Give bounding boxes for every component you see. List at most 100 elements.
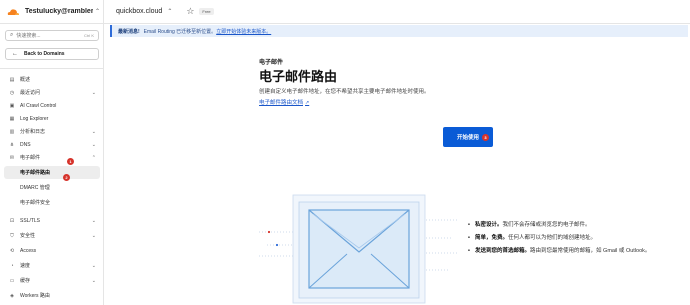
chevron-down-icon: ⌄ bbox=[91, 262, 96, 269]
notice-heading: 最新消息! bbox=[118, 28, 140, 35]
account-name: Testulucky@rambler... bbox=[25, 8, 93, 15]
sidebar-item-speed[interactable]: ◔ 速度 ⌄ bbox=[4, 259, 100, 272]
notice-text: Email Routing 已迁移至新位置。 bbox=[143, 28, 217, 35]
clock-icon: ◷ bbox=[9, 89, 15, 96]
back-label: Back to Domains bbox=[24, 51, 65, 57]
sidebar-item-email-security[interactable]: 电子邮件安全 bbox=[4, 196, 100, 209]
sidebar-item-label: DNS bbox=[20, 141, 31, 148]
feature-title: 简单，免费。 bbox=[475, 235, 509, 241]
step-marker-1: 1 bbox=[67, 158, 74, 165]
robot-icon: ▣ bbox=[9, 102, 15, 109]
sidebar-item-cache[interactable]: ▭ 缓存 ⌄ bbox=[4, 274, 100, 287]
sidebar-item-label: 电子邮件安全 bbox=[20, 200, 51, 206]
lock-icon: ⊡ bbox=[9, 217, 15, 224]
zone-name: quickbox.cloud bbox=[116, 8, 163, 15]
envelope-icon bbox=[308, 209, 410, 289]
email-envelope-illustration bbox=[259, 194, 459, 304]
feature-item: • 发送到您的首选邮箱。路由到您最常使用的邮箱，如 Gmail 或 Outloo… bbox=[468, 247, 683, 255]
bullet-icon: • bbox=[468, 235, 470, 241]
sidebar-item-email[interactable]: ✉ 电子邮件 ⌃ bbox=[4, 151, 100, 164]
feature-item: • 简单，免费。任何人都可以为他们的域创建地址。 bbox=[468, 234, 683, 242]
sidebar-item-log-explorer[interactable]: ▦ Log Explorer bbox=[4, 112, 100, 125]
account-switcher[interactable]: Testulucky@rambler... ⌃ bbox=[0, 0, 104, 24]
docs-link-label: 电子邮件路由文档 bbox=[259, 100, 304, 106]
bullet-icon: • bbox=[468, 248, 470, 254]
chevron-down-icon: ⌄ bbox=[91, 217, 96, 224]
notice-banner: 最新消息! Email Routing 已迁移至新位置。 立即开始体验未来版本。 bbox=[110, 25, 688, 37]
sidebar: ⌕ 快速搜索... Ctrl K ← Back to Domains ▤ 概述 … bbox=[0, 24, 104, 305]
chevron-down-icon: ⌄ bbox=[91, 232, 96, 239]
page-description: 创建自定义电子邮件地址，在您不希望共享主要电子邮件地址时使用。 bbox=[259, 89, 430, 95]
sidebar-item-label: DMARC 管理 bbox=[20, 185, 50, 191]
sidebar-item-ai-crawl-control[interactable]: ▣ AI Crawl Control bbox=[4, 99, 100, 112]
chevron-updown-icon: ⌃ bbox=[95, 9, 101, 15]
search-input[interactable]: ⌕ 快速搜索... Ctrl K bbox=[5, 30, 99, 41]
sidebar-item-label: Workers 路由 bbox=[20, 293, 50, 299]
docs-link[interactable]: 电子邮件路由文档 ↗ bbox=[259, 98, 309, 106]
feature-list: • 私密设计。我们不会存储或浏览您的电子邮件。 • 简单，免费。任何人都可以为他… bbox=[468, 221, 683, 260]
zone-switcher[interactable]: quickbox.cloud ⌃ bbox=[104, 8, 172, 15]
chevron-down-icon: ⌄ bbox=[91, 277, 96, 284]
step-marker-2: 2 bbox=[63, 174, 70, 181]
page-title: 电子邮件路由 bbox=[259, 69, 338, 84]
access-icon: ⟲ bbox=[9, 247, 15, 254]
get-started-label: 开始使用 bbox=[456, 135, 479, 141]
cache-icon: ▭ bbox=[9, 277, 15, 284]
chevron-up-icon: ⌃ bbox=[91, 154, 96, 161]
sidebar-item-ssl-tls[interactable]: ⊡ SSL/TLS ⌄ bbox=[4, 214, 100, 227]
speed-icon: ◔ bbox=[10, 262, 14, 269]
sidebar-item-label: 概述 bbox=[20, 77, 31, 83]
sidebar-item-recent[interactable]: ◷ 最近访问 ⌄ bbox=[4, 86, 100, 99]
search-shortcut: Ctrl K bbox=[84, 33, 94, 38]
sidebar-item-email-routing[interactable]: 电子邮件路由 bbox=[4, 166, 100, 179]
sidebar-item-dmarc[interactable]: DMARC 管理 bbox=[4, 181, 100, 194]
notice-link[interactable]: 立即开始体验未来版本。 bbox=[216, 28, 271, 35]
sidebar-item-label: 电子邮件路由 bbox=[20, 170, 51, 176]
section-eyebrow: 电子邮件 bbox=[259, 60, 284, 66]
star-icon[interactable]: ☆ bbox=[186, 6, 194, 17]
sidebar-divider bbox=[0, 68, 104, 69]
external-link-icon: ↗ bbox=[305, 100, 310, 106]
sidebar-item-analytics[interactable]: ▥ 分析和日志 ⌄ bbox=[4, 125, 100, 138]
feature-title: 私密设计。 bbox=[475, 222, 503, 228]
sidebar-item-dns[interactable]: ⋔ DNS ⌄ bbox=[4, 138, 100, 151]
dns-icon: ⋔ bbox=[9, 141, 15, 148]
chevron-updown-icon: ⌃ bbox=[167, 9, 173, 15]
chevron-down-icon: ⌄ bbox=[91, 141, 96, 148]
feature-text: 路由到您最常使用的邮箱，如 Gmail 或 Outlook。 bbox=[530, 248, 651, 254]
feature-title: 发送到您的首选邮箱。 bbox=[475, 248, 531, 254]
sidebar-item-workers-routes[interactable]: ◈ Workers 路由 bbox=[4, 289, 100, 302]
bullet-icon: • bbox=[468, 222, 470, 228]
feature-text: 我们不会存储或浏览您的电子邮件。 bbox=[502, 222, 591, 228]
step-marker-3: 3 bbox=[482, 134, 489, 141]
sidebar-item-overview[interactable]: ▤ 概述 bbox=[4, 73, 100, 86]
sidebar-item-label: AI Crawl Control bbox=[20, 102, 57, 109]
arrow-left-icon: ← bbox=[12, 51, 18, 57]
overview-icon: ▤ bbox=[9, 76, 15, 83]
shield-icon: ⛉ bbox=[10, 232, 14, 239]
sidebar-item-label: Access bbox=[20, 247, 37, 254]
sidebar-item-label: 安全性 bbox=[20, 233, 36, 239]
cloudflare-logo-icon bbox=[6, 7, 20, 16]
feature-item: • 私密设计。我们不会存储或浏览您的电子邮件。 bbox=[468, 221, 683, 229]
sidebar-item-security[interactable]: ⛉ 安全性 ⌄ bbox=[4, 229, 100, 242]
sidebar-item-label: 缓存 bbox=[20, 278, 31, 284]
feature-text: 任何人都可以为他们的域创建地址。 bbox=[508, 235, 597, 241]
workers-icon: ◈ bbox=[10, 292, 14, 299]
sidebar-item-access[interactable]: ⟲ Access bbox=[4, 244, 100, 257]
sidebar-item-label: 最近访问 bbox=[20, 90, 41, 96]
sidebar-item-label: Log Explorer bbox=[20, 115, 49, 122]
chevron-down-icon: ⌄ bbox=[91, 128, 96, 135]
search-placeholder: 快速搜索... bbox=[16, 33, 41, 39]
chart-icon: ▥ bbox=[9, 128, 15, 135]
sidebar-item-label: 分析和日志 bbox=[20, 129, 46, 135]
mail-icon: ✉ bbox=[9, 154, 15, 161]
top-bar: Testulucky@rambler... ⌃ quickbox.cloud ⌃… bbox=[0, 0, 690, 24]
search-icon: ⌕ bbox=[10, 32, 14, 38]
chevron-down-icon: ⌄ bbox=[91, 89, 96, 96]
sidebar-item-label: 速度 bbox=[20, 263, 31, 269]
log-icon: ▦ bbox=[9, 115, 15, 122]
sidebar-item-label: 电子邮件 bbox=[20, 155, 41, 161]
plan-badge: Free bbox=[199, 8, 214, 15]
back-to-domains-button[interactable]: ← Back to Domains bbox=[5, 48, 99, 60]
